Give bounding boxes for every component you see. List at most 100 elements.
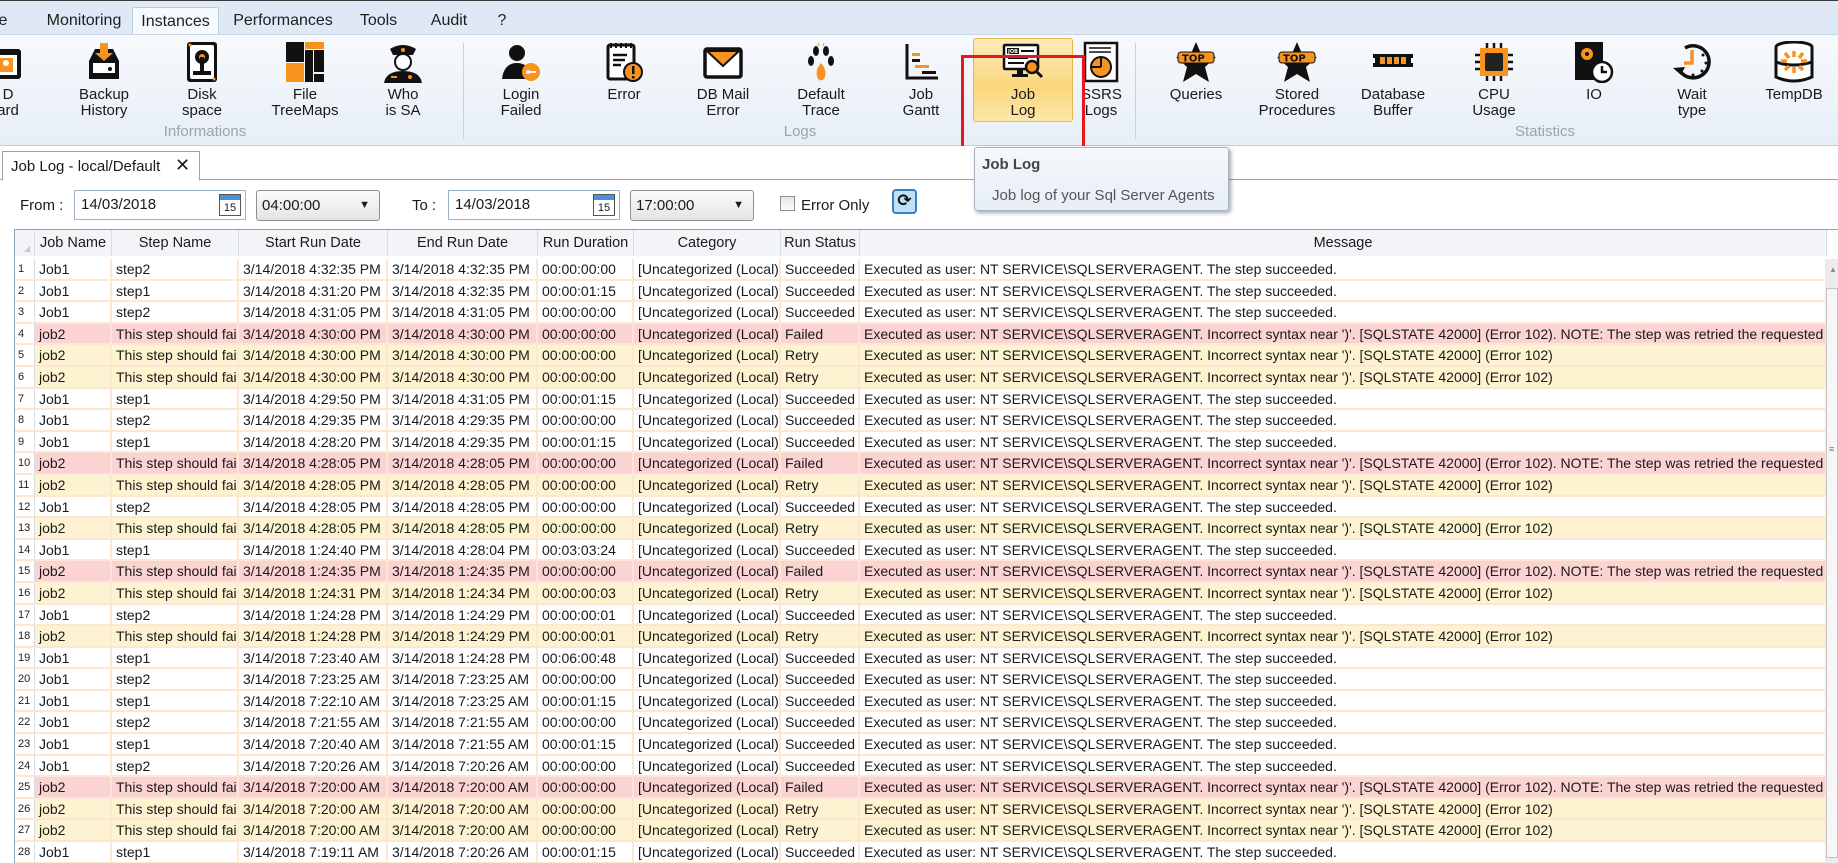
- cell-category[interactable]: [Uncategorized (Local)]: [634, 431, 781, 452]
- cell-message[interactable]: Executed as user: NT SERVICE\SQLSERVERAG…: [860, 734, 1827, 754]
- login-failed-button[interactable]: Login Failed: [492, 39, 550, 123]
- cell-run-status[interactable]: Failed: [781, 561, 860, 581]
- table-row[interactable]: 28 Job1 step1 3/14/2018 7:19:11 AM 3/14/2018…: [15, 842, 1827, 863]
- cell-run-duration[interactable]: 00:00:00:00: [538, 474, 634, 495]
- who-is-sa-button[interactable]: Who is SA: [375, 39, 431, 123]
- cell-step-name[interactable]: step2: [112, 410, 239, 430]
- cell-job-name[interactable]: Job1: [35, 259, 112, 279]
- table-row[interactable]: 17 Job1 step2 3/14/2018 1:24:28 PM 3/14/2018…: [15, 604, 1827, 627]
- disk-space-button[interactable]: Disk space: [176, 39, 228, 123]
- cell-step-name[interactable]: step1: [112, 539, 239, 560]
- ribbon-tab-monitoring[interactable]: Monitoring: [34, 7, 134, 35]
- cell-category[interactable]: [Uncategorized (Local)]: [634, 259, 781, 279]
- vertical-scrollbar[interactable]: ▲ ≡: [1826, 259, 1838, 863]
- cell-step-name[interactable]: step1: [112, 647, 239, 668]
- ssrs-logs-button[interactable]: SSRS Logs: [1081, 39, 1122, 123]
- cell-category[interactable]: [Uncategorized (Local)]: [634, 280, 781, 301]
- cell-start-run-date[interactable]: 3/14/2018 7:20:40 AM: [239, 734, 388, 754]
- cell-start-run-date[interactable]: 3/14/2018 7:20:00 AM: [239, 820, 388, 841]
- from-date-field[interactable]: 14/03/2018 15: [74, 190, 246, 220]
- cell-category[interactable]: [Uncategorized (Local)]: [634, 626, 781, 646]
- cell-category[interactable]: [Uncategorized (Local)]: [634, 734, 781, 754]
- cell-run-status[interactable]: Retry: [781, 798, 860, 819]
- cell-end-run-date[interactable]: 3/14/2018 4:31:05 PM: [388, 388, 538, 409]
- cell-start-run-date[interactable]: 3/14/2018 7:22:10 AM: [239, 690, 388, 711]
- cell-run-status[interactable]: Succeeded: [781, 669, 860, 689]
- close-icon[interactable]: ✕: [175, 150, 190, 180]
- cell-start-run-date[interactable]: 3/14/2018 4:28:05 PM: [239, 453, 388, 473]
- cell-run-status[interactable]: Succeeded: [781, 431, 860, 452]
- cell-step-name[interactable]: step1: [112, 690, 239, 711]
- cell-job-name[interactable]: Job1: [35, 604, 112, 625]
- database-buffer-button[interactable]: Database Buffer: [1357, 39, 1429, 123]
- refresh-button[interactable]: ⟳: [892, 189, 917, 214]
- file-treemaps-button[interactable]: File TreeMaps: [265, 39, 345, 123]
- cell-category[interactable]: [Uncategorized (Local)]: [634, 323, 781, 344]
- table-row[interactable]: 18 job2 This step should fail 3/14/2018 1:2…: [15, 626, 1827, 648]
- cell-category[interactable]: [Uncategorized (Local)]: [634, 539, 781, 560]
- cell-job-name[interactable]: Job1: [35, 690, 112, 711]
- cell-end-run-date[interactable]: 3/14/2018 4:28:05 PM: [388, 518, 538, 538]
- cell-message[interactable]: Executed as user: NT SERVICE\SQLSERVERAG…: [860, 690, 1827, 711]
- cpu-usage-button[interactable]: CPU Usage: [1466, 39, 1522, 123]
- cell-end-run-date[interactable]: 3/14/2018 4:29:35 PM: [388, 410, 538, 430]
- ribbon-tab-tools[interactable]: Tools: [352, 7, 405, 35]
- cell-start-run-date[interactable]: 3/14/2018 7:19:11 AM: [239, 842, 388, 862]
- cell-end-run-date[interactable]: 3/14/2018 4:28:05 PM: [388, 496, 538, 517]
- to-time-select[interactable]: 17:00:00 ▼: [630, 190, 754, 221]
- cell-message[interactable]: Executed as user: NT SERVICE\SQLSERVERAG…: [860, 366, 1827, 387]
- cell-run-status[interactable]: Succeeded: [781, 280, 860, 301]
- cell-run-duration[interactable]: 00:00:00:00: [538, 366, 634, 387]
- cell-message[interactable]: Executed as user: NT SERVICE\SQLSERVERAG…: [860, 798, 1827, 819]
- cell-run-duration[interactable]: 00:00:01:15: [538, 280, 634, 301]
- cell-run-status[interactable]: Succeeded: [781, 755, 860, 776]
- scroll-up-icon[interactable]: ▲: [1829, 265, 1837, 274]
- scrollbar-thumb[interactable]: ≡: [1826, 288, 1838, 858]
- table-row[interactable]: 27 job2 This step should fail 3/14/2018 7:2…: [15, 820, 1827, 843]
- cell-message[interactable]: Executed as user: NT SERVICE\SQLSERVERAG…: [860, 388, 1827, 409]
- table-row[interactable]: 7 Job1 step1 3/14/2018 4:29:50 PM 3/14/2018 …: [15, 388, 1827, 411]
- cell-end-run-date[interactable]: 3/14/2018 1:24:28 PM: [388, 647, 538, 668]
- table-row[interactable]: 9 Job1 step1 3/14/2018 4:28:20 PM 3/14/2018 …: [15, 431, 1827, 454]
- top-queries-button[interactable]: TOP Queries: [1165, 39, 1227, 123]
- cell-step-name[interactable]: This step should fail: [112, 561, 239, 581]
- table-row[interactable]: 3 Job1 step2 3/14/2018 4:31:05 PM 3/14/2018 …: [15, 302, 1827, 324]
- ribbon-tab-help[interactable]: ?: [494, 7, 510, 35]
- cell-end-run-date[interactable]: 3/14/2018 7:20:26 AM: [388, 842, 538, 862]
- cell-run-status[interactable]: Succeeded: [781, 690, 860, 711]
- table-row[interactable]: 1 Job1 step2 3/14/2018 4:32:35 PM 3/14/2018 …: [15, 259, 1827, 281]
- cell-step-name[interactable]: This step should fail: [112, 626, 239, 646]
- cell-job-name[interactable]: job2: [35, 626, 112, 646]
- calendar-icon[interactable]: 15: [593, 194, 615, 216]
- cell-message[interactable]: Executed as user: NT SERVICE\SQLSERVERAG…: [860, 626, 1827, 646]
- cell-step-name[interactable]: This step should fail: [112, 777, 239, 797]
- table-row[interactable]: 19 Job1 step1 3/14/2018 7:23:40 AM 3/14/2018…: [15, 647, 1827, 670]
- cell-message[interactable]: Executed as user: NT SERVICE\SQLSERVERAG…: [860, 647, 1827, 668]
- cell-run-status[interactable]: Retry: [781, 820, 860, 841]
- column-header-category[interactable]: Category: [634, 230, 781, 256]
- cell-category[interactable]: [Uncategorized (Local)]: [634, 496, 781, 517]
- cell-step-name[interactable]: step1: [112, 431, 239, 452]
- cell-end-run-date[interactable]: 3/14/2018 1:24:29 PM: [388, 626, 538, 646]
- cell-job-name[interactable]: Job1: [35, 431, 112, 452]
- calendar-icon[interactable]: 15: [219, 194, 241, 216]
- column-header-job-name[interactable]: Job Name: [35, 230, 112, 256]
- cell-run-status[interactable]: Retry: [781, 626, 860, 646]
- to-date-field[interactable]: 14/03/2018 15: [448, 190, 620, 220]
- cell-run-duration[interactable]: 00:03:03:24: [538, 539, 634, 560]
- cell-start-run-date[interactable]: 3/14/2018 4:28:05 PM: [239, 518, 388, 538]
- db-mail-error-button[interactable]: DB Mail Error: [688, 39, 758, 123]
- table-row[interactable]: 21 Job1 step1 3/14/2018 7:22:10 AM 3/14/2018…: [15, 690, 1827, 713]
- table-row[interactable]: 26 job2 This step should fail 3/14/2018 7:2…: [15, 798, 1827, 821]
- ribbon-tab-instances[interactable]: Instances: [132, 7, 219, 35]
- cell-start-run-date[interactable]: 3/14/2018 4:28:05 PM: [239, 496, 388, 517]
- cell-run-duration[interactable]: 00:00:00:00: [538, 410, 634, 430]
- cell-message[interactable]: Executed as user: NT SERVICE\SQLSERVERAG…: [860, 323, 1827, 344]
- cell-message[interactable]: Executed as user: NT SERVICE\SQLSERVERAG…: [860, 345, 1827, 365]
- cell-job-name[interactable]: job2: [35, 453, 112, 473]
- cell-category[interactable]: [Uncategorized (Local)]: [634, 647, 781, 668]
- cell-step-name[interactable]: step2: [112, 302, 239, 322]
- cell-run-duration[interactable]: 00:00:01:15: [538, 431, 634, 452]
- cell-step-name[interactable]: step1: [112, 734, 239, 754]
- cell-start-run-date[interactable]: 3/14/2018 4:29:50 PM: [239, 388, 388, 409]
